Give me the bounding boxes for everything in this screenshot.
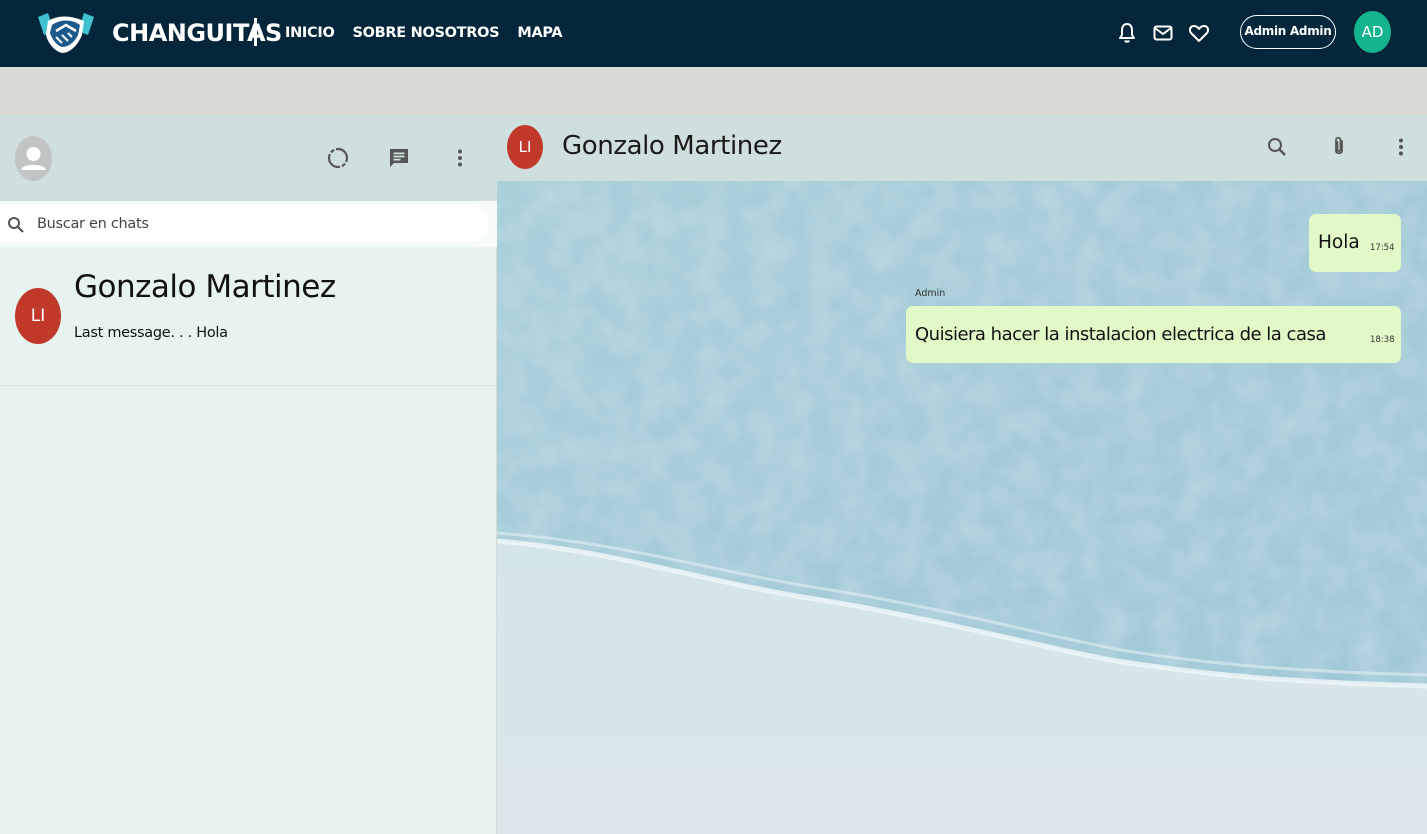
conversation-background: Hola 17:54 Admin Quisiera hacer la insta…: [497, 181, 1427, 834]
beach-wallpaper: [497, 181, 1427, 834]
chat-avatar: LI: [15, 288, 61, 344]
bell-icon[interactable]: [1115, 21, 1139, 45]
search-icon[interactable]: [1265, 135, 1289, 159]
message-time: 17:54: [1370, 243, 1395, 253]
mail-icon[interactable]: [1151, 21, 1175, 45]
attach-icon[interactable]: [1327, 135, 1351, 159]
message-time: 18:38: [1370, 335, 1395, 345]
chat-search-box: [0, 205, 488, 242]
chat-search-input[interactable]: [37, 209, 477, 239]
header-spacer: [0, 67, 1427, 114]
message-bubble[interactable]: Hola 17:54: [1309, 214, 1401, 272]
top-navbar: CHANGUITAS INICIO SOBRE NOSOTROS MAPA Ad…: [0, 0, 1427, 67]
user-avatar[interactable]: AD: [1354, 11, 1391, 53]
nav-links: INICIO SOBRE NOSOTROS MAPA: [285, 24, 563, 42]
menu-icon[interactable]: [1389, 135, 1413, 159]
message-text: Hola: [1318, 232, 1360, 253]
handshake-logo-icon[interactable]: [34, 9, 98, 57]
user-menu-button[interactable]: Admin Admin: [1240, 15, 1336, 49]
chat-name: Gonzalo Martinez: [74, 269, 336, 305]
chat-list-item[interactable]: LI Gonzalo Martinez Last message. . . Ho…: [0, 247, 497, 386]
brand-divider: [254, 18, 257, 46]
nav-link-inicio[interactable]: INICIO: [285, 24, 335, 42]
chat-last-message: Last message. . . Hola: [74, 325, 228, 341]
message-sender: Admin: [915, 288, 946, 299]
message-bubble[interactable]: Quisiera hacer la instalacion electrica …: [906, 306, 1401, 363]
heart-icon[interactable]: [1187, 21, 1211, 45]
chat-list-header: [0, 114, 497, 201]
chat-list-panel: LI Gonzalo Martinez Last message. . . Ho…: [0, 114, 497, 834]
nav-link-mapa[interactable]: MAPA: [517, 24, 562, 42]
conversation-panel: LI Gonzalo Martinez Hola 17:54 Admin Qui…: [497, 114, 1427, 834]
nav-link-sobre-nosotros[interactable]: SOBRE NOSOTROS: [353, 24, 500, 42]
new-chat-icon[interactable]: [387, 146, 411, 170]
message-text: Quisiera hacer la instalacion electrica …: [915, 324, 1326, 345]
status-icon[interactable]: [326, 146, 350, 170]
contact-name[interactable]: Gonzalo Martinez: [562, 128, 782, 164]
chat-search-bar: [0, 201, 497, 247]
search-icon: [8, 217, 24, 233]
conversation-header: LI Gonzalo Martinez: [497, 114, 1427, 181]
menu-icon[interactable]: [448, 146, 472, 170]
contact-avatar[interactable]: LI: [507, 125, 543, 169]
my-avatar-icon[interactable]: [15, 136, 52, 181]
